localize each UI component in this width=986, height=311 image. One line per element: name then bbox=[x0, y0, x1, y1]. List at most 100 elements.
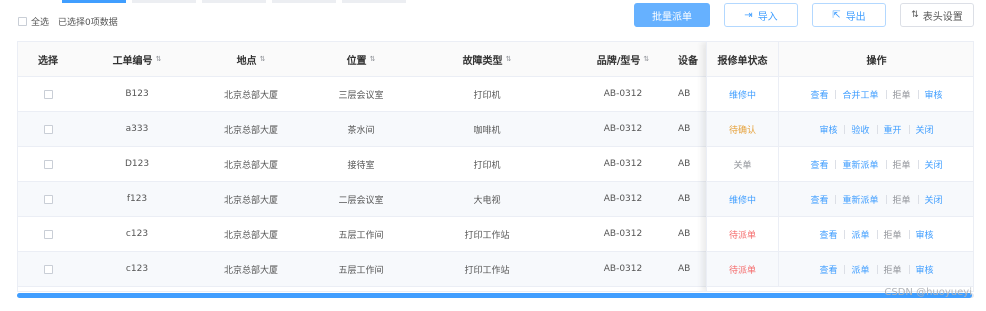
import-button[interactable]: ⇥ 导入 bbox=[724, 3, 798, 27]
position-cell: 茶水间 bbox=[347, 125, 375, 136]
batch-dispatch-label: 批量派单 bbox=[652, 11, 692, 23]
action-link[interactable]: 关闭 bbox=[917, 158, 950, 171]
actions-cell: 查看 重新派单 拒单 关闭 bbox=[779, 147, 973, 181]
column-header-label: 工单编号 bbox=[112, 55, 153, 67]
select-all-label[interactable]: 全选 bbox=[31, 15, 49, 28]
action-link[interactable]: 审核 bbox=[908, 228, 941, 241]
status-cell: 关单 bbox=[707, 147, 779, 181]
action-link[interactable]: 审核 bbox=[812, 123, 844, 136]
column-header-label: 报修单状态 bbox=[717, 55, 768, 67]
fault-type-cell: 打印机 bbox=[473, 160, 501, 171]
action-link[interactable]: 拒单 bbox=[885, 158, 918, 171]
work-no-cell: D123 bbox=[124, 159, 150, 169]
sort-icon[interactable]: ⇅ bbox=[370, 55, 376, 63]
row-checkbox[interactable] bbox=[43, 124, 53, 134]
action-link[interactable]: 验收 bbox=[844, 123, 876, 136]
column-header-label: 选择 bbox=[38, 55, 58, 67]
tab-active[interactable] bbox=[62, 0, 126, 3]
import-icon: ⇥ bbox=[744, 9, 753, 21]
batch-dispatch-button[interactable]: 批量派单 bbox=[634, 3, 710, 27]
tab[interactable] bbox=[202, 0, 266, 3]
action-link[interactable]: 关闭 bbox=[908, 123, 941, 136]
action-group: 查看 派单 拒单 审核 bbox=[779, 263, 973, 276]
column-header-label: 位置 bbox=[346, 55, 367, 67]
row-checkbox[interactable] bbox=[43, 264, 53, 274]
table-row-fixed: 待派单 查看 派单 拒单 审核 bbox=[707, 252, 973, 287]
action-group: 查看 重新派单 拒单 关闭 bbox=[779, 158, 973, 171]
column-header-fault-type[interactable]: 故障类型 ⇅ bbox=[416, 42, 558, 76]
fault-type-cell: 大电视 bbox=[473, 195, 501, 206]
action-link[interactable]: 重新派单 bbox=[835, 193, 885, 206]
action-link[interactable]: 重新派单 bbox=[835, 158, 885, 171]
location-cell: 北京总部大厦 bbox=[223, 90, 278, 101]
sort-icon[interactable]: ⇅ bbox=[643, 55, 649, 63]
action-link[interactable]: 查看 bbox=[803, 88, 835, 101]
action-link[interactable]: 拒单 bbox=[876, 263, 909, 276]
action-link[interactable]: 关闭 bbox=[917, 193, 950, 206]
device-cell: AB bbox=[678, 264, 691, 274]
column-header-position[interactable]: 位置 ⇅ bbox=[306, 42, 416, 76]
action-link[interactable]: 审核 bbox=[917, 88, 950, 101]
action-link[interactable]: 查看 bbox=[803, 158, 835, 171]
action-link[interactable]: 查看 bbox=[803, 193, 835, 206]
table-row-fixed: 待确认 审核 验收 重开 关闭 bbox=[707, 112, 973, 147]
status-badge: 待派单 bbox=[728, 265, 756, 276]
header-settings-button[interactable]: ⇅ 表头设置 bbox=[900, 3, 974, 27]
tab[interactable] bbox=[272, 0, 336, 3]
column-header-brand-model[interactable]: 品牌/型号 ⇅ bbox=[558, 42, 688, 76]
column-header-location[interactable]: 地点 ⇅ bbox=[196, 42, 306, 76]
action-group: 查看 重新派单 拒单 关闭 bbox=[779, 193, 973, 206]
action-link[interactable]: 重开 bbox=[876, 123, 909, 136]
tab[interactable] bbox=[342, 0, 406, 3]
status-cell: 维修中 bbox=[707, 77, 779, 111]
action-link[interactable]: 查看 bbox=[812, 228, 844, 241]
column-header-work-no[interactable]: 工单编号 ⇅ bbox=[78, 42, 196, 76]
sort-icon[interactable]: ⇅ bbox=[506, 55, 512, 63]
action-link[interactable]: 审核 bbox=[908, 263, 941, 276]
action-link[interactable]: 派单 bbox=[844, 263, 876, 276]
row-checkbox[interactable] bbox=[43, 229, 53, 239]
fault-type-cell: 打印工作站 bbox=[464, 230, 510, 241]
work-order-table: 选择 工单编号 ⇅ 地点 ⇅ 位置 ⇅ 故障类型 ⇅ 品牌/型号 ⇅ 设备 B123 北京总… bbox=[17, 41, 974, 292]
fault-type-cell: 打印机 bbox=[473, 90, 501, 101]
status-badge: 关单 bbox=[733, 160, 752, 171]
device-cell: AB bbox=[678, 124, 691, 134]
device-cell: AB bbox=[678, 159, 691, 169]
action-link[interactable]: 查看 bbox=[812, 263, 844, 276]
row-checkbox[interactable] bbox=[43, 89, 53, 99]
column-header-label: 品牌/型号 bbox=[596, 55, 641, 67]
action-link[interactable]: 拒单 bbox=[885, 88, 918, 101]
action-link[interactable]: 拒单 bbox=[885, 193, 918, 206]
work-no-cell: B123 bbox=[125, 89, 149, 99]
work-no-cell: c123 bbox=[125, 229, 149, 239]
row-select-cell bbox=[18, 252, 78, 286]
column-header-actions: 操作 bbox=[779, 42, 973, 76]
row-checkbox[interactable] bbox=[43, 159, 53, 169]
export-label: 导出 bbox=[845, 11, 866, 23]
table-row-fixed: 维修中 查看 合并工单 拒单 审核 bbox=[707, 77, 973, 112]
tab[interactable] bbox=[132, 0, 196, 3]
select-all-checkbox[interactable] bbox=[18, 17, 27, 26]
table-row-fixed: 关单 查看 重新派单 拒单 关闭 bbox=[707, 147, 973, 182]
row-checkbox[interactable] bbox=[43, 194, 53, 204]
device-cell: AB bbox=[678, 89, 691, 99]
top-tabs bbox=[62, 0, 406, 3]
position-cell: 接待室 bbox=[347, 160, 375, 171]
export-button[interactable]: ⇱ 导出 bbox=[812, 3, 886, 27]
horizontal-scrollbar[interactable] bbox=[17, 293, 974, 298]
status-cell: 维修中 bbox=[707, 182, 779, 216]
sort-icon[interactable]: ⇅ bbox=[156, 55, 162, 63]
row-select-cell bbox=[18, 77, 78, 111]
column-header-label: 操作 bbox=[866, 55, 887, 67]
column-header-device: 设备 bbox=[678, 42, 708, 76]
export-icon: ⇱ bbox=[832, 9, 841, 21]
device-cell: AB bbox=[678, 194, 691, 204]
action-link[interactable]: 合并工单 bbox=[835, 88, 885, 101]
action-link[interactable]: 拒单 bbox=[876, 228, 909, 241]
row-select-cell bbox=[18, 147, 78, 181]
action-link[interactable]: 派单 bbox=[844, 228, 876, 241]
action-group: 审核 验收 重开 关闭 bbox=[779, 123, 973, 136]
scrollbar-thumb[interactable] bbox=[17, 293, 972, 298]
sort-icon[interactable]: ⇅ bbox=[260, 55, 266, 63]
work-no-cell: c123 bbox=[125, 264, 149, 274]
